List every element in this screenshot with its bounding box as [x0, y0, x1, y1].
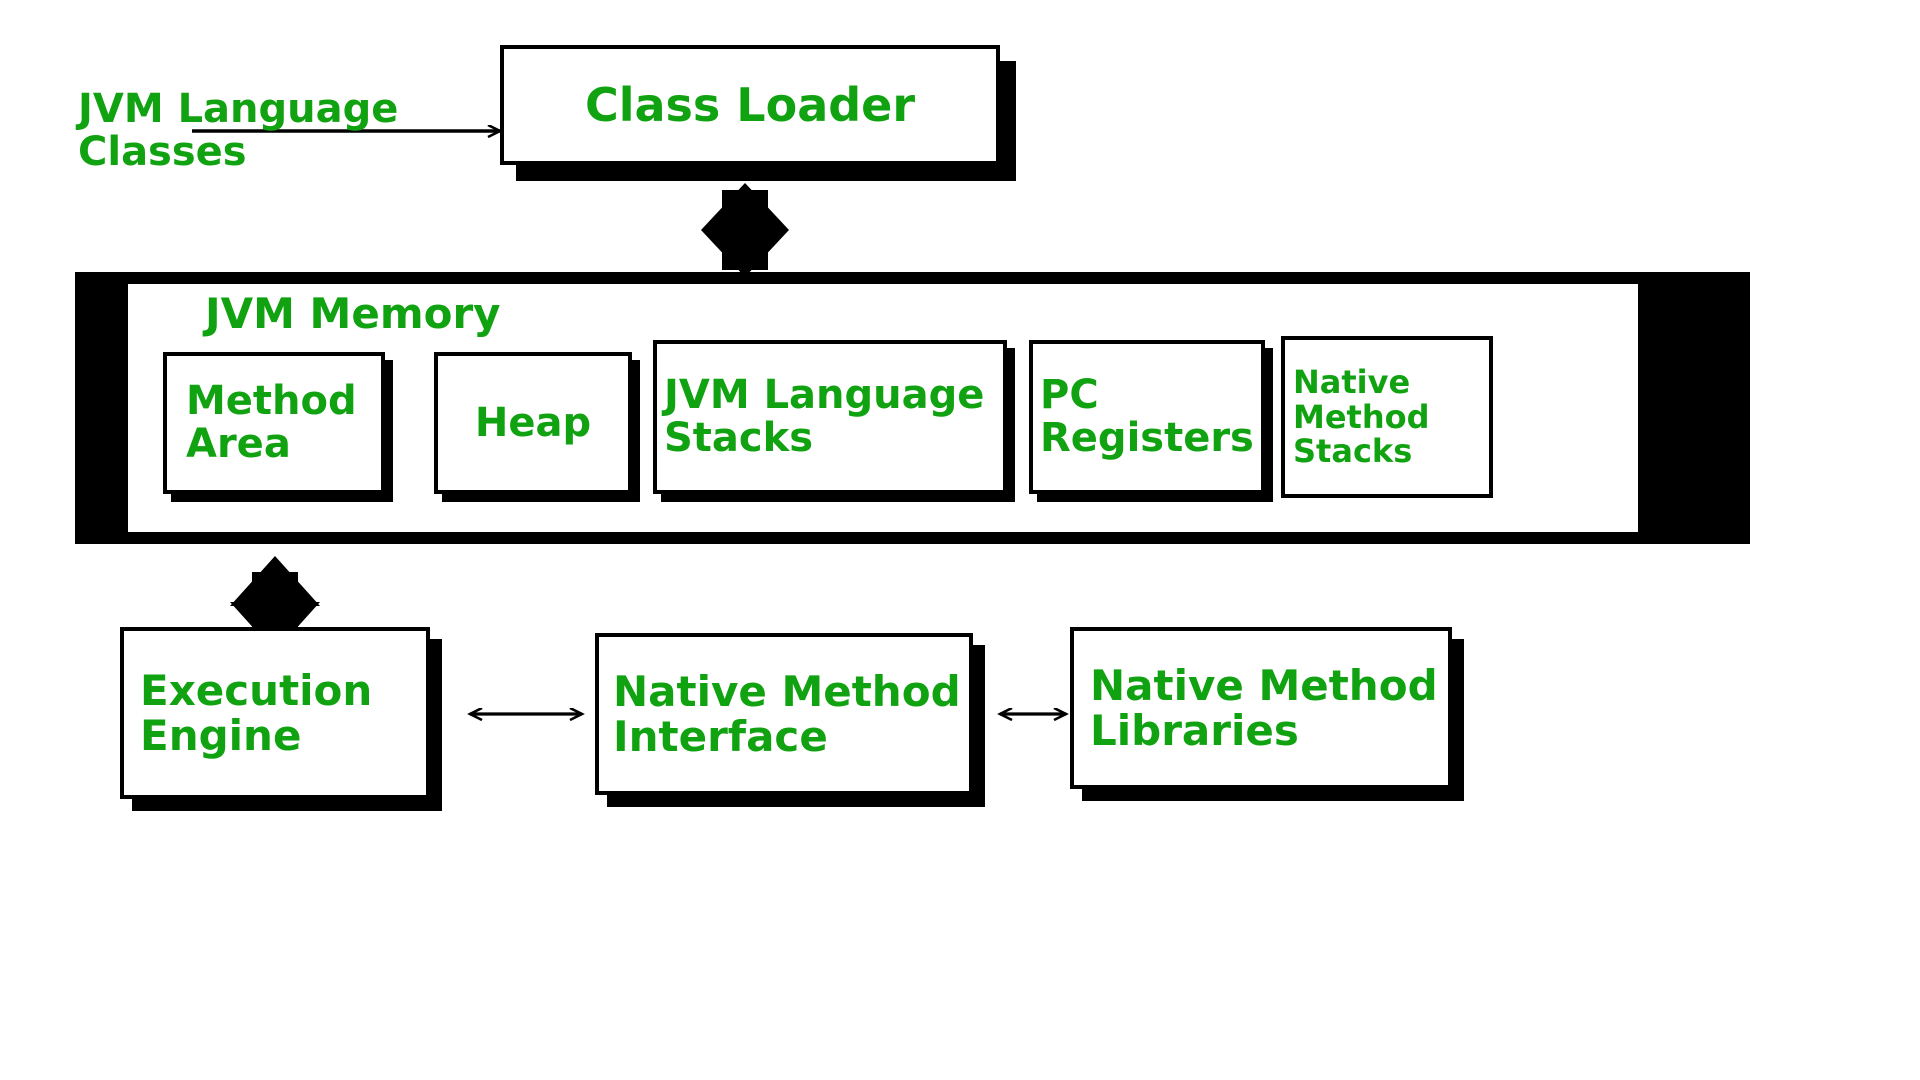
memory-region-pc-registers-label: PC Registers — [1040, 371, 1254, 461]
memory-region-heap-label: Heap — [474, 400, 592, 446]
memory-region-jvm-language-stacks-label: JVM Language Stacks — [664, 371, 985, 461]
jvm-memory-label: JVM Memory — [205, 289, 501, 339]
block-arrow-class-loader-to-memory — [701, 183, 789, 277]
jvm-architecture-diagram: Class Loader --> JVM Memory (thick block… — [0, 0, 1920, 1080]
execution-engine-label: Execution Engine — [140, 665, 373, 760]
native-method-interface-label: Native Method Interface — [613, 666, 961, 761]
native-method-libraries-label: Native Method Libraries — [1090, 660, 1438, 755]
class-loader-label: Class Loader — [584, 77, 916, 132]
input-label-jvm-language-classes: JVM Language Classes — [78, 85, 399, 175]
memory-region-native-method-stacks-label: Native Method Stacks — [1293, 363, 1430, 471]
memory-region-method-area-label: Method Area — [186, 377, 357, 467]
